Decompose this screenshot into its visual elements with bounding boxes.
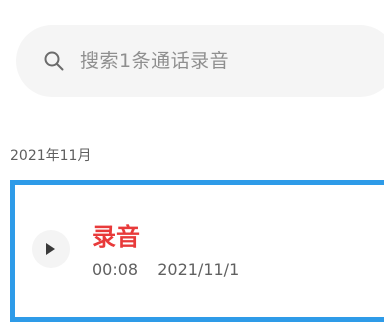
- play-button[interactable]: [32, 230, 70, 268]
- call-recordings-page: 搜索1条通话录音 2021年11月 录音 00:08 2021/11/1: [0, 0, 384, 330]
- search-bar[interactable]: 搜索1条通话录音: [16, 25, 384, 97]
- month-group-label: 2021年11月: [10, 148, 92, 164]
- recording-list-item[interactable]: 录音 00:08 2021/11/1: [10, 180, 384, 322]
- search-icon: [42, 49, 66, 73]
- recording-date: 2021/11/1: [157, 260, 240, 279]
- recording-title: 录音: [92, 223, 140, 251]
- play-icon: [46, 243, 55, 255]
- search-placeholder: 搜索1条通话录音: [80, 50, 230, 72]
- recording-meta: 00:08 2021/11/1: [92, 259, 239, 281]
- recording-duration: 00:08: [92, 260, 139, 279]
